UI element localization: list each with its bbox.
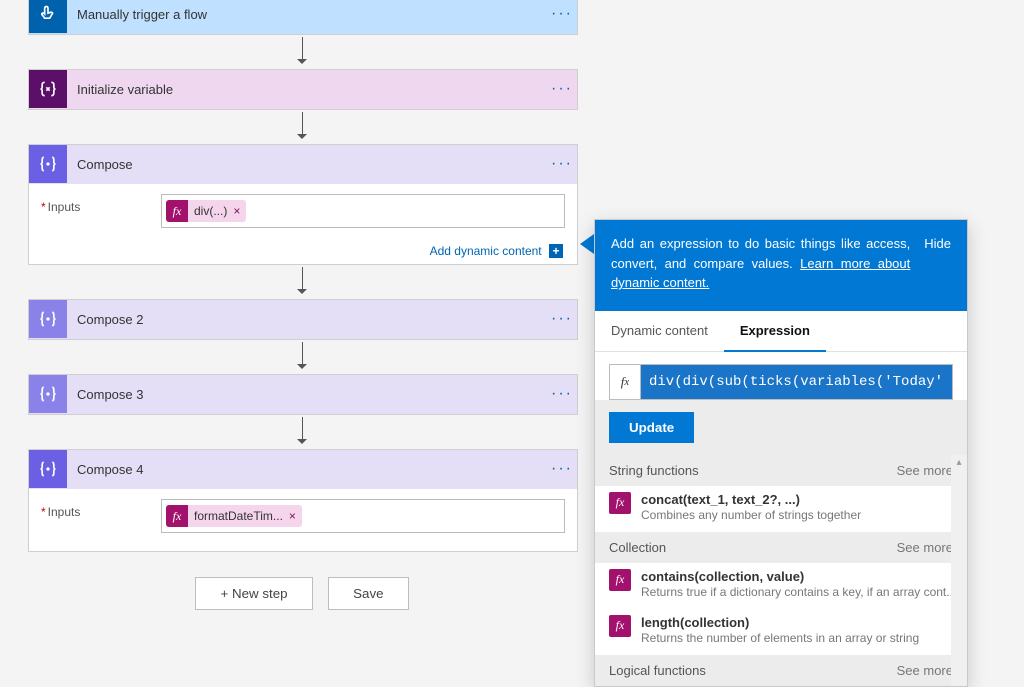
inputs-label: *Inputs [41, 499, 161, 519]
braces-icon [29, 70, 67, 108]
compose-icon [29, 300, 67, 338]
panel-scrollbar[interactable]: ▴ [951, 455, 967, 686]
fx-icon: fx [609, 569, 631, 591]
fn-item-length[interactable]: fx length(collection) Returns the number… [595, 609, 967, 655]
trigger-title: Manually trigger a flow [67, 7, 547, 22]
update-button[interactable]: Update [609, 412, 694, 443]
chip-remove-icon[interactable]: × [233, 204, 240, 218]
hand-tap-icon [29, 0, 67, 33]
compose-icon [29, 145, 67, 183]
fn-item-concat[interactable]: fx concat(text_1, text_2?, ...) Combines… [595, 486, 967, 532]
scroll-up-icon[interactable]: ▴ [951, 455, 967, 471]
new-step-button[interactable]: + New step [195, 577, 312, 610]
flow-arrow [28, 415, 576, 449]
tab-dynamic-content[interactable]: Dynamic content [595, 311, 724, 351]
menu-dots-icon[interactable]: ··· [547, 155, 577, 173]
compose3-title: Compose 3 [67, 387, 547, 402]
inputs-field[interactable]: fx div(...) × [161, 194, 565, 228]
expression-panel: Add an expression to do basic things lik… [594, 219, 968, 687]
inputs-field[interactable]: fx formatDateTim... × [161, 499, 565, 533]
panel-intro-text: Add an expression to do basic things lik… [611, 234, 910, 293]
inputs-label: *Inputs [41, 194, 161, 214]
see-more-link[interactable]: See more [897, 663, 953, 678]
panel-pointer-icon [580, 234, 594, 254]
flow-arrow [28, 35, 576, 69]
menu-dots-icon[interactable]: ··· [547, 385, 577, 403]
expression-input[interactable] [641, 365, 952, 399]
fx-icon: fx [166, 505, 188, 527]
see-more-link[interactable]: See more [897, 540, 953, 555]
compose-card[interactable]: Compose ··· *Inputs fx div(...) × Add dy… [28, 144, 578, 265]
compose4-title: Compose 4 [67, 462, 547, 477]
expression-chip[interactable]: fx formatDateTim... × [166, 505, 302, 527]
compose-icon [29, 450, 67, 488]
see-more-link[interactable]: See more [897, 463, 953, 478]
fn-item-contains[interactable]: fx contains(collection, value) Returns t… [595, 563, 967, 609]
init-var-card[interactable]: Initialize variable ··· [28, 69, 578, 110]
compose4-card[interactable]: Compose 4 ··· *Inputs fx formatDateTim..… [28, 449, 578, 552]
add-dynamic-content-link[interactable]: Add dynamic content [430, 244, 542, 258]
menu-dots-icon[interactable]: ··· [547, 80, 577, 98]
compose2-card[interactable]: Compose 2 ··· [28, 299, 578, 340]
save-button[interactable]: Save [328, 577, 408, 610]
flow-arrow [28, 340, 576, 374]
expression-chip[interactable]: fx div(...) × [166, 200, 246, 222]
section-string-functions: String functions [609, 463, 699, 478]
tab-expression[interactable]: Expression [724, 311, 826, 352]
flow-arrow [28, 110, 576, 144]
compose2-title: Compose 2 [67, 312, 547, 327]
fx-icon: fx [610, 365, 641, 399]
section-collection: Collection [609, 540, 666, 555]
compose-icon [29, 375, 67, 413]
compose3-card[interactable]: Compose 3 ··· [28, 374, 578, 415]
hide-link[interactable]: Hide [924, 234, 951, 293]
chip-remove-icon[interactable]: × [289, 509, 296, 523]
menu-dots-icon[interactable]: ··· [547, 460, 577, 478]
fx-icon: fx [609, 615, 631, 637]
menu-dots-icon[interactable]: ··· [547, 310, 577, 328]
fx-icon: fx [166, 200, 188, 222]
fx-icon: fx [609, 492, 631, 514]
plus-icon[interactable]: + [549, 244, 563, 258]
section-logical-functions: Logical functions [609, 663, 706, 678]
menu-dots-icon[interactable]: ··· [547, 5, 577, 23]
trigger-card[interactable]: Manually trigger a flow ··· [28, 0, 578, 35]
compose-title: Compose [67, 157, 547, 172]
flow-arrow [28, 265, 576, 299]
init-var-title: Initialize variable [67, 82, 547, 97]
